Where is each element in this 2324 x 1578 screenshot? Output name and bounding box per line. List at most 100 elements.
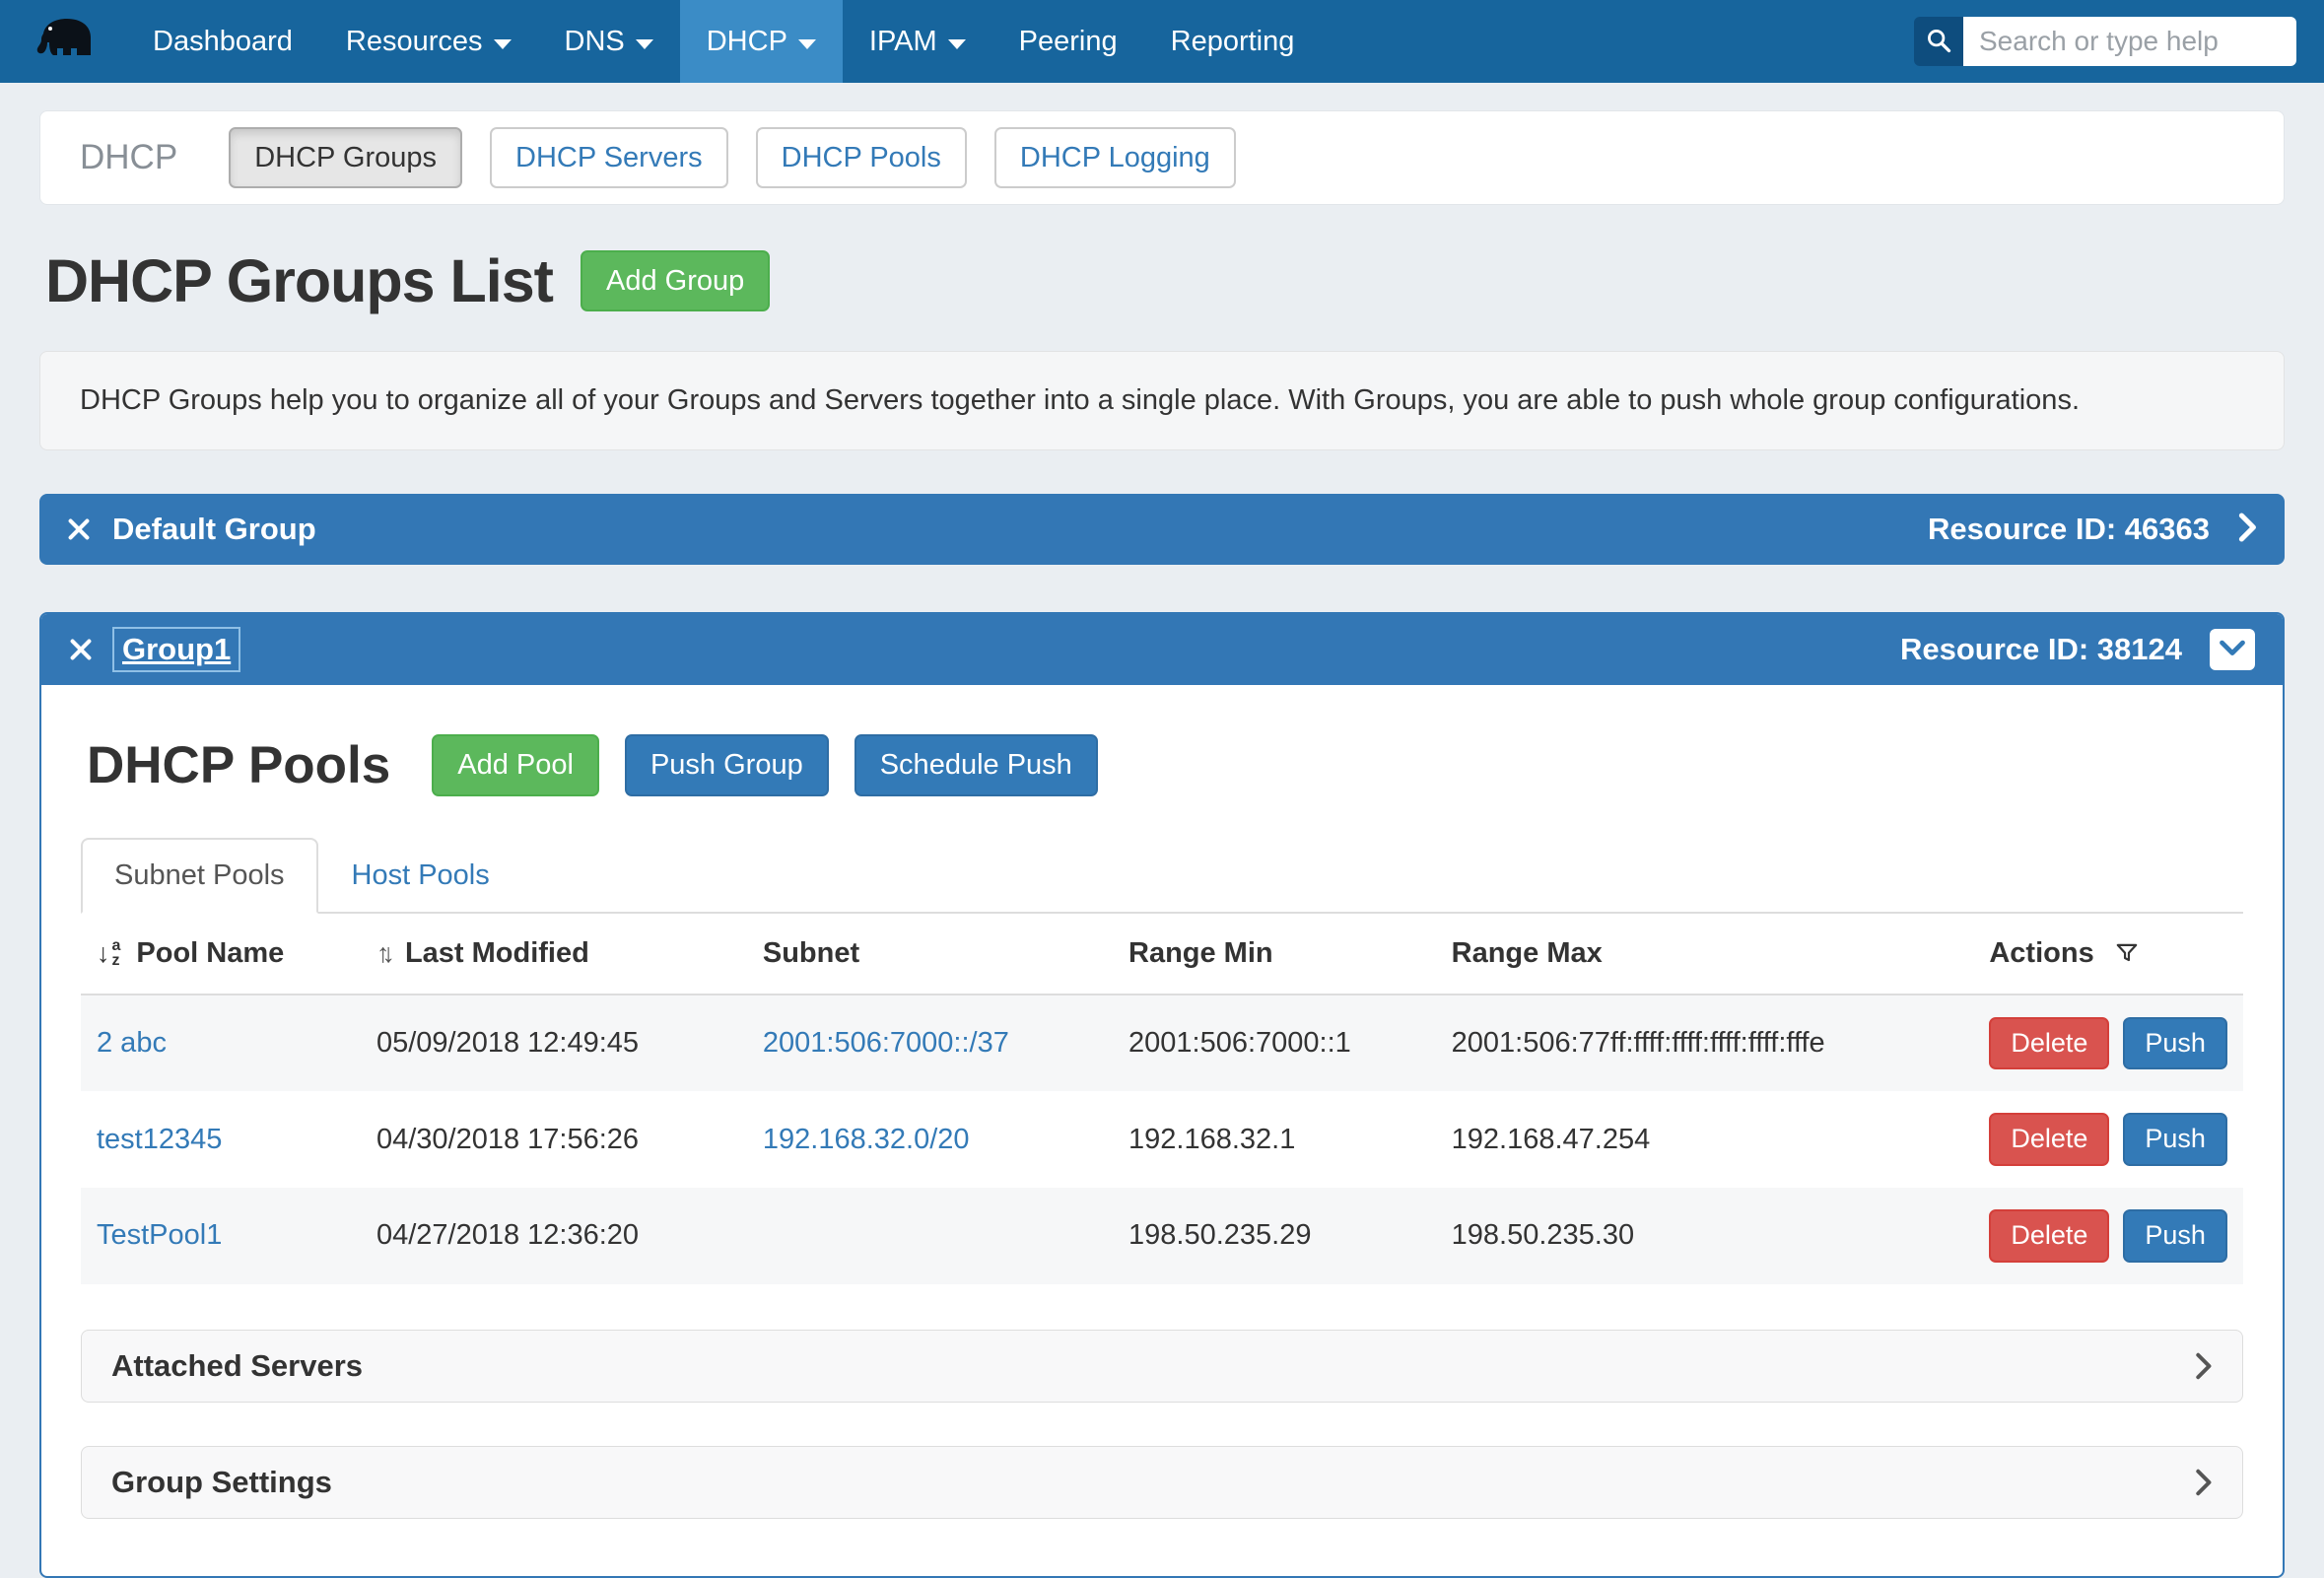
pools-header-row: DHCP Pools Add Pool Push Group Schedule …	[87, 734, 2243, 795]
collapse-toggle[interactable]	[2210, 629, 2255, 670]
pool-name-link[interactable]: 2 abc	[97, 1027, 167, 1059]
delete-button[interactable]: Delete	[1989, 1209, 2109, 1263]
push-button[interactable]: Push	[2123, 1017, 2227, 1070]
col-label: Actions	[1989, 937, 2093, 970]
col-actions: Actions	[1973, 914, 2243, 995]
nav-label: Peering	[1019, 26, 1118, 58]
description-well: DHCP Groups help you to organize all of …	[39, 351, 2285, 450]
subnav-dhcp-pools-button[interactable]: DHCP Pools	[756, 127, 967, 188]
col-subnet: Subnet	[747, 914, 1113, 995]
last-modified-cell: 04/27/2018 12:36:20	[361, 1188, 747, 1284]
table-row: test12345 04/30/2018 17:56:26 192.168.32…	[81, 1091, 2243, 1188]
pools-title: DHCP Pools	[87, 735, 390, 795]
top-navbar: Dashboard Resources DNS DHCP IPAM Peerin…	[0, 0, 2324, 83]
delete-button[interactable]: Delete	[1989, 1113, 2109, 1166]
table-header-row: ↓ a z Pool Name ↑	[81, 914, 2243, 995]
nav-item-resources[interactable]: Resources	[319, 0, 538, 83]
col-label: Pool Name	[136, 937, 284, 970]
push-button[interactable]: Push	[2123, 1113, 2227, 1166]
close-icon[interactable]	[67, 517, 91, 541]
col-label: Range Max	[1452, 937, 1603, 969]
pool-name-link[interactable]: TestPool1	[97, 1219, 222, 1251]
pool-name-link[interactable]: test12345	[97, 1124, 222, 1155]
search-group	[1914, 0, 2296, 83]
nav-item-dns[interactable]: DNS	[538, 0, 680, 83]
caret-down-icon	[494, 39, 512, 49]
title-row: DHCP Groups List Add Group	[45, 246, 2285, 315]
col-label: Last Modified	[405, 937, 589, 970]
sort-letter-z: z	[112, 953, 121, 968]
subnet-link[interactable]: 192.168.32.0/20	[763, 1124, 970, 1155]
sort-alpha-icon[interactable]: ↓ a z	[97, 938, 120, 969]
range-max-cell: 192.168.47.254	[1436, 1091, 1974, 1188]
elephant-logo-icon	[34, 15, 97, 69]
nav-label: IPAM	[869, 26, 937, 58]
subnav-dhcp-logging-button[interactable]: DHCP Logging	[994, 127, 1236, 188]
schedule-push-button[interactable]: Schedule Push	[854, 734, 1098, 795]
group-name: Default Group	[112, 512, 316, 547]
pools-table: ↓ a z Pool Name ↑	[81, 914, 2243, 1284]
sort-icon[interactable]: ↑↓	[376, 938, 387, 969]
search-input[interactable]	[1963, 17, 2296, 66]
delete-button[interactable]: Delete	[1989, 1017, 2109, 1070]
nav-item-dashboard[interactable]: Dashboard	[126, 0, 319, 83]
brand-logo[interactable]	[34, 0, 97, 83]
nav-item-dhcp[interactable]: DHCP	[680, 0, 843, 83]
group-panel-body: DHCP Pools Add Pool Push Group Schedule …	[41, 685, 2283, 1576]
subnet-link[interactable]: 2001:506:7000::/37	[763, 1027, 1009, 1059]
col-label: Subnet	[763, 937, 859, 969]
nav-label: Resources	[346, 26, 483, 58]
range-min-cell: 198.50.235.29	[1113, 1188, 1436, 1284]
col-last-modified[interactable]: ↑↓ Last Modified	[361, 914, 747, 995]
last-modified-cell: 05/09/2018 12:49:45	[361, 995, 747, 1092]
group-settings-bar[interactable]: Group Settings	[81, 1446, 2243, 1519]
pools-tabs: Subnet Pools Host Pools	[81, 838, 2243, 914]
resource-id-label: Resource ID: 46363	[1928, 512, 2210, 547]
page-content: DHCP DHCP Groups DHCP Servers DHCP Pools…	[0, 110, 2324, 1578]
range-min-cell: 192.168.32.1	[1113, 1091, 1436, 1188]
tab-subnet-pools[interactable]: Subnet Pools	[81, 838, 318, 914]
nav-label: Dashboard	[153, 26, 293, 58]
group-name-link[interactable]: Group1	[114, 629, 239, 670]
range-max-cell: 2001:506:77ff:ffff:ffff:ffff:ffff:fffe	[1436, 995, 1974, 1092]
subnav-dhcp-groups-button[interactable]: DHCP Groups	[229, 127, 462, 188]
section-bar-label: Group Settings	[111, 1465, 332, 1500]
bar-right: Resource ID: 38124	[1900, 629, 2255, 670]
tab-host-pools[interactable]: Host Pools	[318, 838, 523, 914]
caret-down-icon	[948, 39, 966, 49]
col-range-max: Range Max	[1436, 914, 1974, 995]
page-title: DHCP Groups List	[45, 246, 553, 315]
col-pool-name[interactable]: ↓ a z Pool Name	[81, 914, 361, 995]
main-nav: Dashboard Resources DNS DHCP IPAM Peerin…	[126, 0, 1321, 83]
add-group-button[interactable]: Add Group	[581, 250, 770, 311]
caret-down-icon	[798, 39, 816, 49]
section-label: DHCP	[80, 138, 177, 177]
group-panel-group1: Group1 Resource ID: 38124 DHCP Pools Add…	[39, 612, 2285, 1578]
section-bar-label: Attached Servers	[111, 1348, 363, 1384]
nav-item-peering[interactable]: Peering	[992, 0, 1144, 83]
group-bar-group1[interactable]: Group1 Resource ID: 38124	[41, 614, 2283, 685]
subnav-dhcp-servers-button[interactable]: DHCP Servers	[490, 127, 728, 188]
table-row: 2 abc 05/09/2018 12:49:45 2001:506:7000:…	[81, 995, 2243, 1092]
add-pool-button[interactable]: Add Pool	[432, 734, 599, 795]
bar-right: Resource ID: 46363	[1928, 512, 2257, 548]
filter-icon[interactable]	[2114, 940, 2140, 966]
search-button[interactable]	[1914, 17, 1963, 66]
chevron-right-icon	[2194, 1468, 2213, 1497]
nav-item-reporting[interactable]: Reporting	[1144, 0, 1322, 83]
sort-letter-a: a	[112, 938, 121, 953]
search-icon	[1925, 27, 1952, 57]
close-icon[interactable]	[69, 638, 93, 661]
group-bar-default-group[interactable]: Default Group Resource ID: 46363	[39, 494, 2285, 565]
nav-item-ipam[interactable]: IPAM	[843, 0, 992, 83]
push-button[interactable]: Push	[2123, 1209, 2227, 1263]
range-max-cell: 198.50.235.30	[1436, 1188, 1974, 1284]
push-group-button[interactable]: Push Group	[625, 734, 829, 795]
nav-label: Reporting	[1171, 26, 1295, 58]
col-label: Range Min	[1128, 937, 1273, 969]
caret-down-icon	[636, 39, 653, 49]
chevron-right-icon[interactable]	[2237, 512, 2257, 548]
attached-servers-bar[interactable]: Attached Servers	[81, 1330, 2243, 1403]
chevron-right-icon	[2194, 1351, 2213, 1381]
last-modified-cell: 04/30/2018 17:56:26	[361, 1091, 747, 1188]
